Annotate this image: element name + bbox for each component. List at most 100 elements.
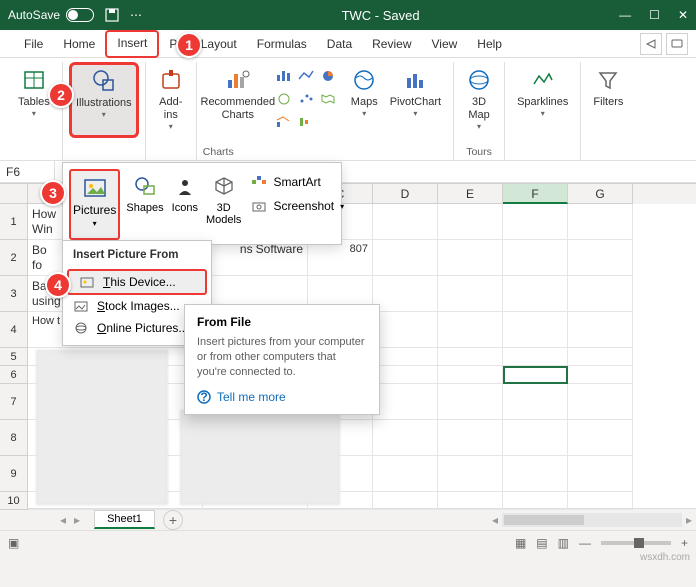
recommended-charts-button[interactable]: Recommended Charts	[203, 62, 273, 126]
row-header-5[interactable]: 5	[0, 348, 28, 366]
maps-label: Maps	[351, 96, 378, 109]
hscroll-thumb[interactable]	[504, 515, 584, 525]
sparklines-label: Sparklines	[517, 96, 568, 109]
tab-help[interactable]: Help	[467, 30, 512, 58]
col-header-e[interactable]: E	[438, 184, 503, 204]
callout-3: 3	[40, 180, 66, 206]
tab-home[interactable]: Home	[53, 30, 105, 58]
row-header-9[interactable]: 9	[0, 456, 28, 492]
tours-group-label: Tours	[466, 146, 492, 158]
tab-review[interactable]: Review	[362, 30, 421, 58]
col-header-d[interactable]: D	[373, 184, 438, 204]
row-header-7[interactable]: 7	[0, 384, 28, 420]
col-header-g[interactable]: G	[568, 184, 633, 204]
chart-types-grid-3[interactable]	[317, 62, 339, 109]
filters-label: Filters	[593, 96, 623, 109]
tab-insert[interactable]: Insert	[105, 30, 159, 58]
save-icon[interactable]	[104, 7, 120, 23]
online-pictures-icon	[73, 321, 89, 335]
col-header-f[interactable]: F	[503, 184, 568, 204]
hscroll-left[interactable]: ◂	[488, 513, 502, 527]
this-device-item[interactable]: TThis Device...his Device...	[67, 269, 207, 295]
stock-images-icon	[73, 299, 89, 313]
maps-dropdown[interactable]: Maps ▾	[345, 62, 384, 122]
hierarchy-chart-icon[interactable]	[273, 89, 295, 109]
3d-map-icon	[467, 66, 491, 94]
ribbon-tabs: File Home Insert Page Layout Formulas Da…	[0, 30, 696, 58]
active-cell[interactable]	[503, 366, 568, 384]
comments-button[interactable]	[666, 33, 688, 55]
record-macro-icon[interactable]: ▣	[8, 536, 19, 550]
sheet-tab[interactable]: Sheet1	[94, 510, 155, 529]
view-normal-icon[interactable]: ▦	[515, 536, 526, 550]
smartart-button[interactable]: SmartArt	[247, 173, 348, 191]
close-button[interactable]: ✕	[678, 8, 688, 22]
sheet-nav-prev[interactable]: ◂	[60, 513, 66, 527]
icons-icon	[173, 173, 197, 199]
row-header-4[interactable]: 4	[0, 312, 28, 348]
row-header-10[interactable]: 10	[0, 492, 28, 510]
cell-b2[interactable]: ns Software	[203, 240, 308, 276]
sparklines-icon	[531, 66, 555, 94]
icons-button[interactable]: Icons	[170, 169, 200, 240]
zoom-in-button[interactable]: +	[681, 536, 688, 550]
screenshot-icon	[251, 199, 267, 213]
pivotchart-dropdown[interactable]: PivotChart ▾	[384, 62, 447, 122]
maximize-button[interactable]: ☐	[649, 8, 660, 22]
illustrations-icon	[91, 67, 117, 95]
minimize-button[interactable]: —	[619, 8, 631, 22]
screenshot-dropdown[interactable]: Screenshot ▾	[247, 197, 348, 215]
tooltip-desc: Insert pictures from your computer or fr…	[197, 335, 367, 380]
row-header-1[interactable]: 1	[0, 204, 28, 240]
cell-c2[interactable]: 807	[308, 240, 373, 276]
row-header-2[interactable]: 2	[0, 240, 28, 276]
add-sheet-button[interactable]: +	[163, 510, 183, 530]
row-header-6[interactable]: 6	[0, 366, 28, 384]
blurred-region	[180, 410, 340, 505]
chart-types-grid[interactable]	[273, 62, 295, 132]
hscroll-track[interactable]	[502, 513, 682, 527]
tab-page-layout[interactable]: Page Layout	[159, 30, 246, 58]
map-chart-icon[interactable]	[317, 89, 339, 109]
hscroll-right[interactable]: ▸	[682, 513, 696, 527]
tables-label: Tables	[18, 96, 50, 109]
pie-chart-icon[interactable]	[317, 66, 339, 86]
3d-models-dropdown[interactable]: 3D Models	[204, 169, 243, 240]
pivotchart-icon	[403, 66, 427, 94]
shapes-dropdown[interactable]: Shapes	[124, 169, 165, 240]
zoom-out-button[interactable]: —	[579, 536, 591, 550]
pictures-dropdown[interactable]: Pictures▾	[69, 169, 120, 240]
zoom-slider[interactable]	[601, 541, 671, 545]
row-header-8[interactable]: 8	[0, 420, 28, 456]
pictures-icon	[83, 175, 107, 201]
tab-formulas[interactable]: Formulas	[247, 30, 317, 58]
recommended-charts-icon	[224, 66, 252, 94]
sheet-nav-next[interactable]: ▸	[74, 513, 80, 527]
status-bar: ▣ ▦ ▤ ▥ — +	[0, 530, 696, 554]
tab-view[interactable]: View	[422, 30, 468, 58]
line-chart-icon[interactable]	[295, 66, 317, 86]
waterfall-chart-icon[interactable]	[295, 112, 317, 132]
view-break-icon[interactable]: ▥	[558, 536, 569, 550]
scatter-chart-icon[interactable]	[295, 89, 317, 109]
select-all-corner[interactable]	[0, 184, 28, 204]
qat-more-icon[interactable]: ⋯	[130, 8, 142, 22]
autosave-toggle[interactable]: AutoSave	[8, 8, 94, 22]
addins-dropdown[interactable]: Add- ins ▾	[152, 62, 190, 135]
share-button[interactable]	[640, 33, 662, 55]
column-chart-icon[interactable]	[273, 66, 295, 86]
tell-me-more-link[interactable]: ? Tell me more	[197, 390, 367, 404]
callout-2: 2	[48, 82, 74, 108]
tab-file[interactable]: File	[14, 30, 53, 58]
combo-chart-icon[interactable]	[273, 112, 295, 132]
row-header-3[interactable]: 3	[0, 276, 28, 312]
name-box[interactable]: F6	[0, 161, 55, 183]
3d-map-dropdown[interactable]: 3D Map ▾	[460, 62, 498, 135]
filters-dropdown[interactable]: Filters	[587, 62, 629, 113]
chart-types-grid-2[interactable]	[295, 62, 317, 132]
view-page-icon[interactable]: ▤	[536, 536, 547, 550]
maps-icon	[352, 66, 376, 94]
illustrations-dropdown[interactable]: Illustrations ▾	[69, 62, 139, 138]
tab-data[interactable]: Data	[317, 30, 362, 58]
sparklines-dropdown[interactable]: Sparklines ▾	[511, 62, 574, 122]
